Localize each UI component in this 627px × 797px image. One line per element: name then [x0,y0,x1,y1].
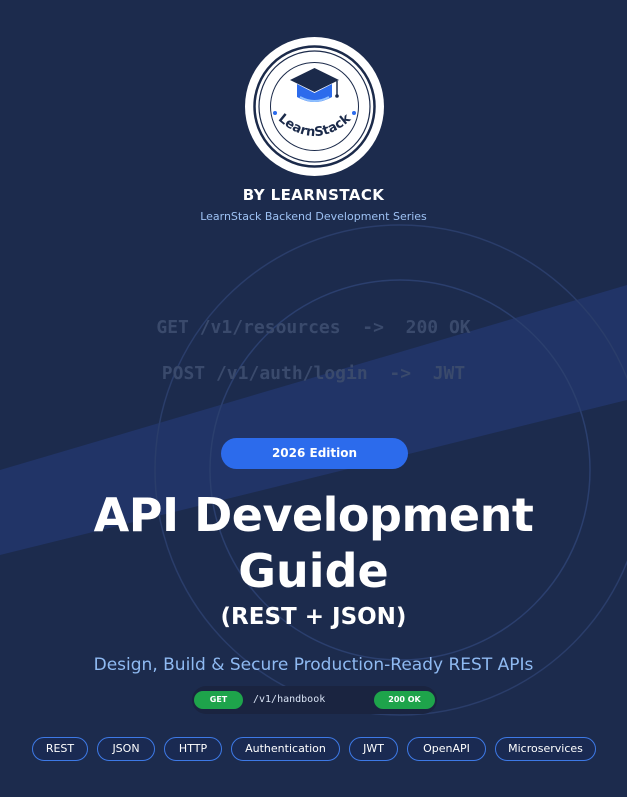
code-line: POST /v1/auth/login -> JWT [161,363,466,384]
topic-tag: Microservices [495,737,596,761]
series-name: LearnStack Backend Development Series [200,210,427,223]
topic-tag: Authentication [231,737,340,761]
byline: BY LEARNSTACK [242,186,385,204]
http-method-badge: GET [194,691,243,709]
graduation-cap-icon: LearnStack [253,45,376,168]
endpoint-pill: GET /v1/handbook 200 OK [192,686,437,714]
code-line: GET /v1/resources -> 200 OK [156,317,471,338]
topic-tag: JSON [97,737,155,761]
status-badge: 200 OK [374,691,435,709]
book-title-line-1: API Development [93,488,534,542]
topic-tags: REST JSON HTTP Authentication JWT OpenAP… [0,737,627,761]
edition-badge: 2026 Edition [221,438,408,469]
book-cover: LearnStack BY LEARNSTACK LearnStack Back… [0,0,627,797]
endpoint-path: /v1/handbook [253,694,326,705]
tagline: Design, Build & Secure Production-Ready … [93,655,534,675]
svg-text:LearnStack: LearnStack [275,111,354,140]
book-title-line-2: Guide [238,544,389,598]
topic-tag: HTTP [164,737,222,761]
brand-logo: LearnStack [245,37,384,176]
book-subtitle: (REST + JSON) [220,604,407,630]
topic-tag: JWT [349,737,398,761]
topic-tag: OpenAPI [407,737,486,761]
topic-tag: REST [32,737,88,761]
